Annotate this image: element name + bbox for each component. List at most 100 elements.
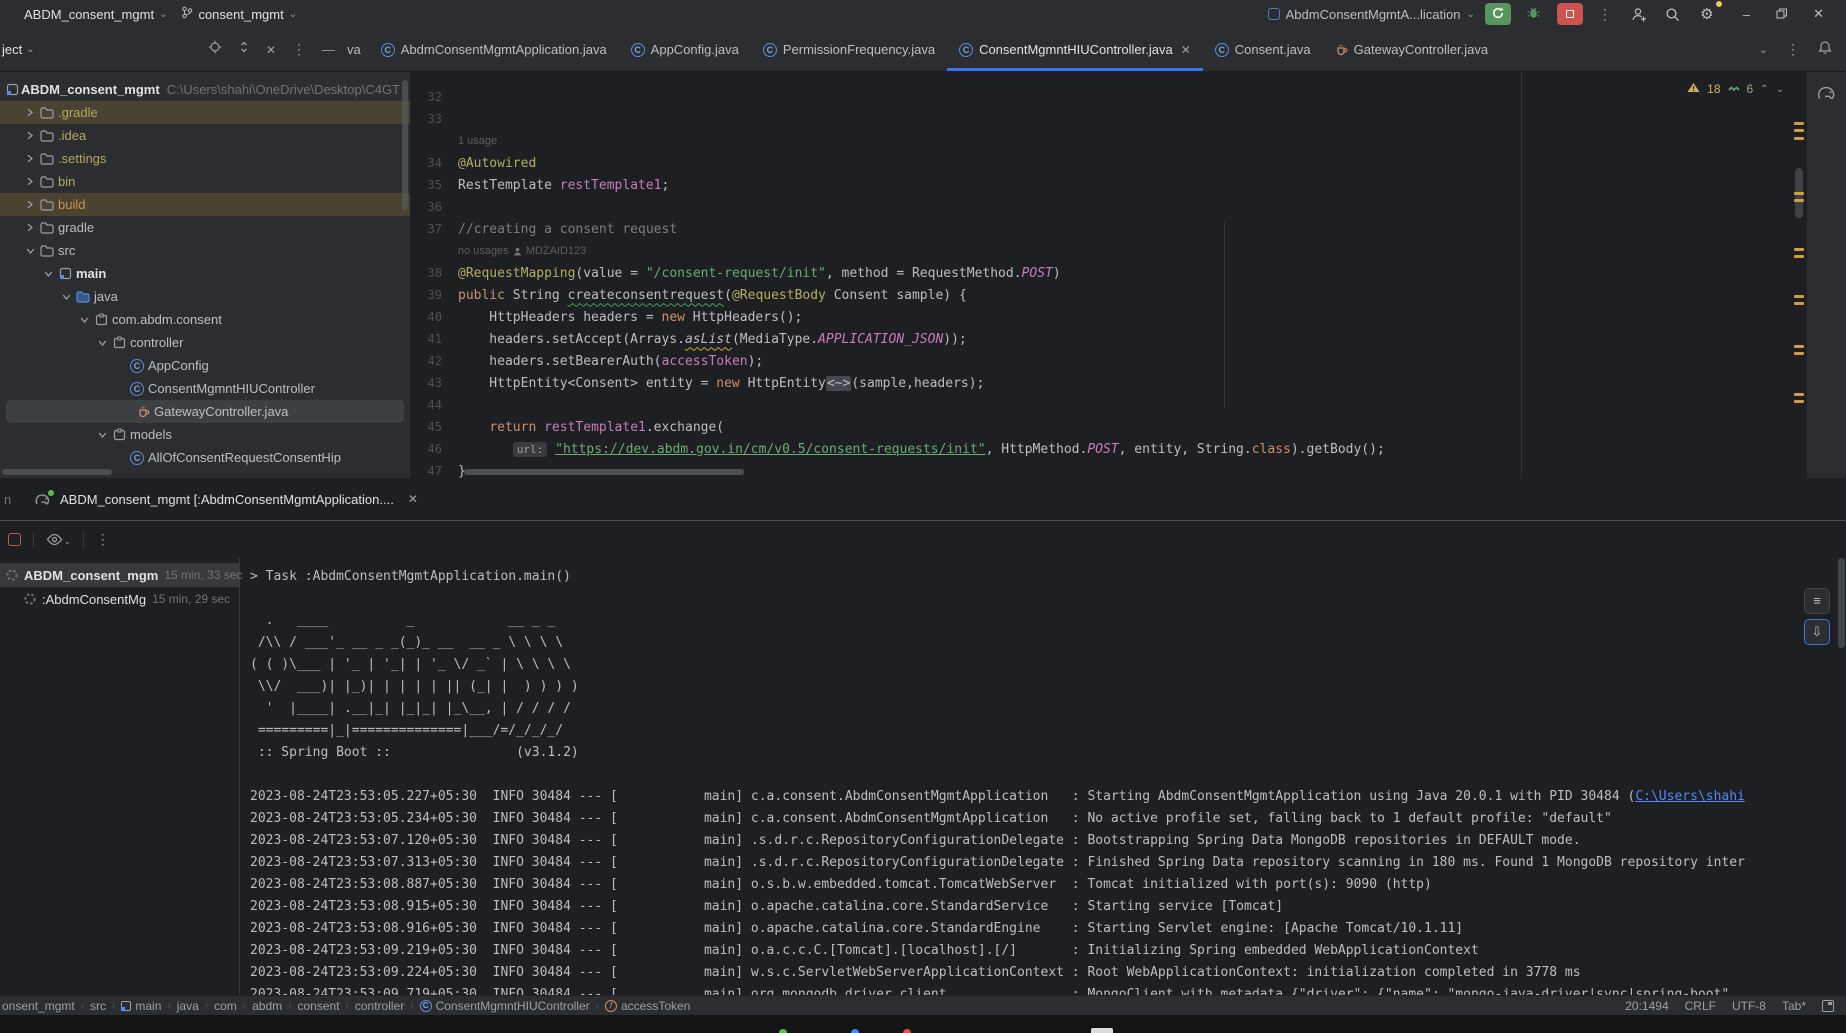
show-options-icon[interactable]: ⌄ xyxy=(46,533,71,546)
gutter-line-number[interactable]: 42 xyxy=(410,354,458,368)
console-scrollbar[interactable] xyxy=(1838,558,1845,648)
rerun-button[interactable] xyxy=(1485,3,1511,25)
run-options-icon[interactable]: ⋮ xyxy=(96,531,110,548)
breadcrumb-item[interactable]: consent xyxy=(298,999,340,1013)
gutter-line-number[interactable]: 39 xyxy=(410,288,458,302)
project-horizontal-scrollbar[interactable] xyxy=(2,469,112,475)
tree-item[interactable]: CAppConfig xyxy=(0,354,410,377)
line-separator[interactable]: CRLF xyxy=(1685,999,1716,1013)
breadcrumb-item[interactable]: main xyxy=(121,999,161,1013)
code-editor[interactable]: 32331 usage34@Autowired35RestTemplate re… xyxy=(410,72,1806,478)
taskbar-app-icon[interactable] xyxy=(903,1029,911,1033)
breadcrumb-item[interactable]: controller xyxy=(355,999,404,1013)
run-console[interactable]: > Task :AbdmConsentMgmtApplication.main(… xyxy=(240,558,1846,995)
gutter-line-number[interactable]: 35 xyxy=(410,178,458,192)
breadcrumb-item[interactable]: abdm xyxy=(252,999,282,1013)
gutter-line-number[interactable]: 43 xyxy=(410,376,458,390)
run-config-widget[interactable]: AbdmConsentMgmtA...lication ⌄ xyxy=(1268,7,1475,22)
tab-abdmconsentmgmtapplication-java[interactable]: CAbdmConsentMgmtApplication.java xyxy=(369,28,619,71)
warning-stripe-mark[interactable] xyxy=(1794,199,1804,202)
tab-options-icon[interactable]: ⋮ xyxy=(1786,41,1800,58)
hide-panel-icon[interactable]: — xyxy=(322,42,335,57)
gutter-line-number[interactable]: 36 xyxy=(410,200,458,214)
caret-position[interactable]: 20:1494 xyxy=(1625,999,1668,1013)
tree-item[interactable]: main xyxy=(0,262,410,285)
tree-item[interactable]: controller xyxy=(0,331,410,354)
tab-permissionfrequency-java[interactable]: CPermissionFrequency.java xyxy=(751,28,947,71)
run-tab-title[interactable]: ABDM_consent_mgmt [:AbdmConsentMgmtAppli… xyxy=(60,492,394,507)
panel-options-icon[interactable]: ⋮ xyxy=(292,41,306,58)
tree-item[interactable]: CAllOfConsentRequestConsentHip xyxy=(0,446,410,469)
gutter-line-number[interactable]: 45 xyxy=(410,420,458,434)
warning-stripe-mark[interactable] xyxy=(1794,122,1804,125)
gutter-line-number[interactable]: 41 xyxy=(410,332,458,346)
minimize-button[interactable]: – xyxy=(1743,7,1750,22)
breadcrumb-item[interactable]: onsent_mgmt xyxy=(2,999,75,1013)
branch-widget[interactable]: consent_mgmt ⌄ xyxy=(181,6,297,22)
gutter-line-number[interactable]: 47 xyxy=(410,464,458,478)
warning-stripe-mark[interactable] xyxy=(1794,393,1804,396)
prev-problem-icon[interactable]: ⌃ xyxy=(1760,84,1768,95)
taskbar-app-icon[interactable] xyxy=(851,1029,859,1033)
add-user-icon[interactable] xyxy=(1627,3,1651,25)
console-file-link[interactable]: C:\Users\shahi xyxy=(1635,789,1745,804)
gradle-icon[interactable] xyxy=(1816,84,1838,104)
tree-item[interactable]: build xyxy=(0,193,410,216)
tab-gatewaycontroller-java[interactable]: GatewayController.java xyxy=(1323,28,1500,71)
close-button[interactable]: ✕ xyxy=(1813,6,1824,22)
warning-stripe-mark[interactable] xyxy=(1794,345,1804,348)
tree-item[interactable]: src xyxy=(0,239,410,262)
chevron-down-icon[interactable]: ⌄ xyxy=(26,44,34,55)
warning-stripe-mark[interactable] xyxy=(1794,352,1804,355)
bell-icon[interactable] xyxy=(1818,40,1832,60)
stop-process-icon[interactable] xyxy=(8,533,21,546)
tree-item[interactable]: bin xyxy=(0,170,410,193)
tree-item[interactable]: GatewayController.java xyxy=(6,400,404,423)
breadcrumb-item[interactable]: src xyxy=(90,999,106,1013)
debug-button[interactable] xyxy=(1521,3,1547,25)
file-encoding[interactable]: UTF-8 xyxy=(1732,999,1766,1013)
gutter-line-number[interactable]: 34 xyxy=(410,156,458,170)
warning-stripe-mark[interactable] xyxy=(1794,302,1804,305)
breadcrumb-item[interactable]: faccessToken xyxy=(605,999,690,1013)
locate-file-icon[interactable] xyxy=(208,40,222,59)
tree-item[interactable]: models xyxy=(0,423,410,446)
window-icon[interactable] xyxy=(1822,1000,1834,1012)
stop-button[interactable] xyxy=(1557,3,1583,25)
process-item[interactable]: ABDM_consent_mgm15 min, 33 sec xyxy=(0,563,239,587)
breadcrumb-item[interactable]: CConsentMgmntHIUController xyxy=(420,999,590,1013)
gutter-line-number[interactable]: 33 xyxy=(410,112,458,126)
project-vertical-scrollbar[interactable] xyxy=(402,80,408,210)
warning-stripe-mark[interactable] xyxy=(1794,295,1804,298)
close-tab-icon[interactable]: ✕ xyxy=(1181,43,1191,57)
gutter-line-number[interactable]: 40 xyxy=(410,310,458,324)
tab-appconfig-java[interactable]: CAppConfig.java xyxy=(619,28,751,71)
gutter-line-number[interactable]: 38 xyxy=(410,266,458,280)
tab-list-chevron-icon[interactable]: ⌄ xyxy=(1759,43,1768,56)
breadcrumb-item[interactable]: java xyxy=(177,999,199,1013)
gutter-line-number[interactable]: 32 xyxy=(410,90,458,104)
collapse-all-icon[interactable]: ✕ xyxy=(266,43,276,57)
usage-hint[interactable]: 1 usage xyxy=(458,135,497,147)
taskbar-app-icon[interactable] xyxy=(1091,1028,1113,1033)
warning-stripe-mark[interactable] xyxy=(1794,137,1804,140)
search-icon[interactable] xyxy=(1661,3,1685,25)
tab-partial[interactable]: va xyxy=(345,28,369,71)
warning-stripe-mark[interactable] xyxy=(1794,248,1804,251)
taskbar-app-icon[interactable] xyxy=(779,1029,787,1033)
close-run-tab-icon[interactable]: ✕ xyxy=(408,492,418,506)
tree-item[interactable]: .settings xyxy=(0,147,410,170)
scroll-to-end-button[interactable]: ⇩ xyxy=(1804,619,1830,645)
gutter-line-number[interactable]: 37 xyxy=(410,222,458,236)
author-hint[interactable]: MDZAID123 xyxy=(526,245,587,257)
tree-item[interactable]: CConsentMgmntHIUController xyxy=(0,377,410,400)
gutter-line-number[interactable]: 44 xyxy=(410,398,458,412)
warning-stripe-mark[interactable] xyxy=(1794,255,1804,258)
tab-consentmgmnthiucontroller-java[interactable]: CConsentMgmntHIUController.java✕ xyxy=(947,28,1203,71)
tree-item[interactable]: com.abdm.consent xyxy=(0,308,410,331)
tab-consent-java[interactable]: CConsent.java xyxy=(1203,28,1323,71)
breadcrumb-item[interactable]: com xyxy=(214,999,237,1013)
tree-item[interactable]: .gradle xyxy=(0,101,410,124)
tree-item[interactable]: gradle xyxy=(0,216,410,239)
indent-style[interactable]: Tab* xyxy=(1782,999,1806,1013)
